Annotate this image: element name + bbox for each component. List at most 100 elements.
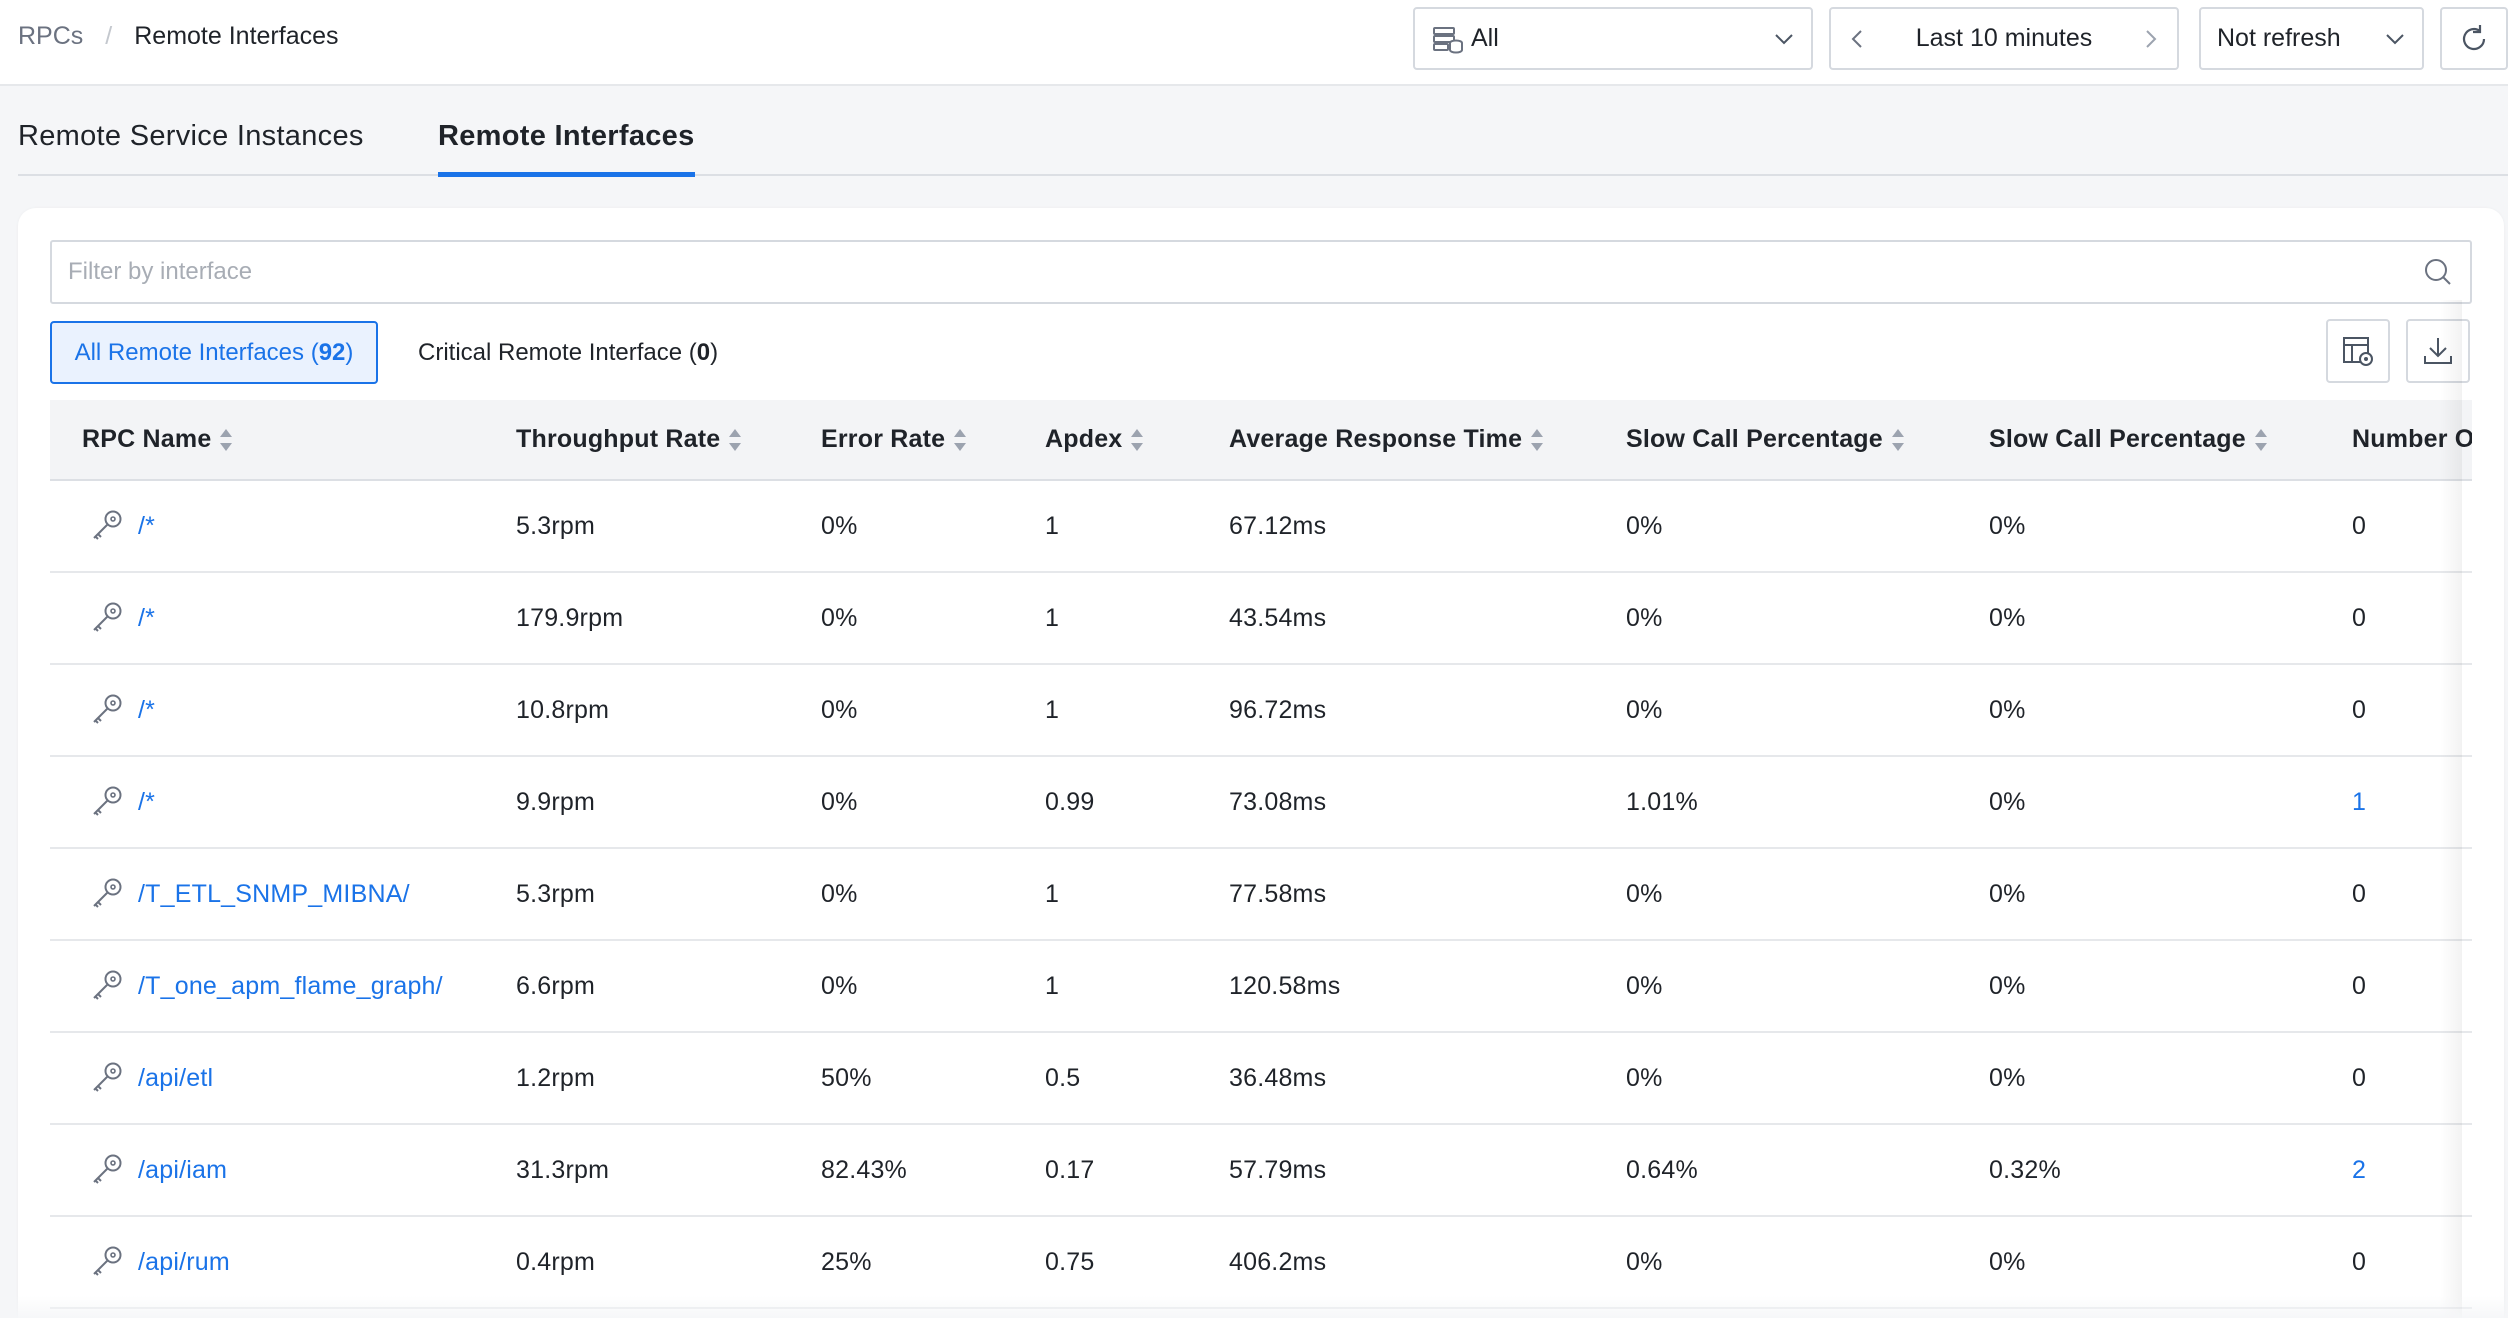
critical-close: )	[710, 338, 719, 366]
error-rate-cell: 0%	[789, 848, 1013, 941]
key-icon	[93, 694, 122, 724]
rpc-name-cell: /*	[50, 756, 484, 849]
breadcrumb-separator: /	[105, 22, 113, 50]
throughput-cell: 5.3rpm	[484, 480, 789, 573]
column-header[interactable]: Average Response Time	[1197, 400, 1594, 481]
time-range-picker[interactable]: Last 10 minutes	[1829, 7, 2179, 70]
slow-call-pct-cell: 1.01%	[1594, 756, 1957, 849]
slow-call-pct-cell: 0%	[1594, 664, 1957, 757]
search-icon[interactable]	[2422, 256, 2454, 288]
column-header[interactable]: Slow Call Percentage	[1957, 400, 2320, 481]
column-settings-button[interactable]	[2326, 319, 2390, 383]
filter-input[interactable]	[68, 258, 2422, 286]
content-card: All Remote Interfaces (92) Critical Remo…	[18, 208, 2504, 1318]
column-header-label: Slow Call Percentage	[1626, 425, 1883, 453]
apdex-cell: 1	[1013, 664, 1197, 757]
sort-icon[interactable]	[953, 427, 967, 453]
table-row: /T_ETL_SNMP_MIBNA/5.3rpm 0% 1 77.58ms 0% 0% 0	[50, 848, 2472, 941]
avg-response-cell: 73.08ms	[1197, 756, 1594, 849]
key-icon	[93, 1246, 122, 1276]
error-rate-cell: 0%	[789, 756, 1013, 849]
rpc-name-cell: /*	[50, 664, 484, 757]
rpc-name-link[interactable]: /api/etl	[138, 1064, 213, 1093]
reload-button[interactable]	[2440, 7, 2508, 70]
sort-icon[interactable]	[2254, 427, 2268, 453]
table-row: /api/rum 0.4rpm 25% 0.75 406.2ms 0% 0% 0	[50, 1216, 2472, 1309]
rpc-name-link[interactable]: /api/iam	[138, 1156, 227, 1185]
error-rate-cell: 0%	[789, 480, 1013, 573]
sort-icon[interactable]	[1530, 427, 1544, 453]
sort-icon[interactable]	[219, 427, 233, 453]
chevron-left-icon[interactable]	[1847, 28, 1869, 50]
slow-call-pct-cell: 0.64%	[1594, 1124, 1957, 1217]
rpc-name-wrap: /T_ETL_SNMP_MIBNA/	[88, 875, 484, 913]
rpc-name-link[interactable]: /api/rum	[138, 1248, 230, 1277]
column-header[interactable]: RPC Name	[50, 400, 484, 481]
scroll-shadow	[2440, 300, 2462, 1318]
rpc-name-cell: /*	[50, 572, 484, 665]
slow-call-pct-cell: 0%	[1957, 1216, 2320, 1309]
rpc-name-link[interactable]: /*	[138, 696, 155, 725]
tab-remote-interfaces[interactable]: Remote Interfaces	[438, 120, 695, 177]
sort-icon[interactable]	[1130, 427, 1144, 453]
remote-interfaces-table: RPC Name Throughput Rate Error Rate Apdex Av…	[50, 400, 2472, 1318]
column-header-label: Average Response Time	[1229, 425, 1523, 453]
auto-refresh-value: Not refresh	[2217, 24, 2341, 52]
table-row: /T_one_apm_flame_graph/6.6rpm 0% 1 120.58ms…	[50, 940, 2472, 1033]
column-header[interactable]: Error Rate	[789, 400, 1013, 481]
rpc-name-cell: /T_one_apm_flame_graph/	[50, 940, 484, 1033]
auto-refresh-select[interactable]: Not refresh	[2199, 7, 2424, 70]
critical-remote-interface-button[interactable]: Critical Remote Interface (0)	[418, 321, 718, 384]
breadcrumb-rpcs[interactable]: RPCs	[18, 22, 83, 51]
throughput-cell: 1.2rpm	[484, 1032, 789, 1125]
rpc-name-wrap: /*	[88, 599, 484, 637]
slow-call-pct-cell: 0%	[1594, 1216, 1957, 1309]
slow-call-pct-cell: 0%	[1957, 480, 2320, 573]
key-icon	[93, 1154, 122, 1184]
chevron-down-icon	[2386, 33, 2404, 44]
rpc-name-link[interactable]: /T_one_apm_flame_graph/	[138, 972, 443, 1001]
key-icon	[93, 602, 122, 632]
apdex-cell: 1	[1013, 480, 1197, 573]
slow-call-pct-cell: 0%	[1957, 1032, 2320, 1125]
slow-call-pct-cell: 0%	[1594, 940, 1957, 1033]
environment-select[interactable]: All	[1413, 7, 1813, 70]
table-row: /api/etl 1.2rpm 50% 0.5 36.48ms 0% 0% 0	[50, 1032, 2472, 1125]
bottom-fade	[0, 1296, 2508, 1318]
column-header[interactable]: Apdex	[1013, 400, 1197, 481]
rpc-name-link[interactable]: /*	[138, 604, 155, 633]
avg-response-cell: 57.79ms	[1197, 1124, 1594, 1217]
column-header-label: Slow Call Percentage	[1989, 425, 2246, 453]
column-header[interactable]: Throughput Rate	[484, 400, 789, 481]
rpc-name-cell: /api/etl	[50, 1032, 484, 1125]
avg-response-cell: 120.58ms	[1197, 940, 1594, 1033]
key-icon	[93, 510, 122, 540]
rpc-name-link[interactable]: /*	[138, 512, 155, 541]
table-body: /* 5.3rpm 0% 1 67.12ms 0% 0% 0/* 179.9rpm 0% 1 43.5…	[50, 480, 2472, 1309]
tab-remote-service-instances[interactable]: Remote Service Instances	[18, 120, 364, 153]
slow-call-pct-cell: 0%	[1957, 664, 2320, 757]
avg-response-cell: 406.2ms	[1197, 1216, 1594, 1309]
apdex-cell: 1	[1013, 940, 1197, 1033]
apdex-cell: 0.75	[1013, 1216, 1197, 1309]
rpc-name-link[interactable]: /*	[138, 788, 155, 817]
sort-icon[interactable]	[728, 427, 742, 453]
table-row: /* 9.9rpm 0% 0.99 73.08ms 1.01% 0% 1	[50, 756, 2472, 849]
table-row: /* 10.8rpm 0% 1 96.72ms 0% 0% 0	[50, 664, 2472, 757]
apdex-cell: 1	[1013, 848, 1197, 941]
critical-label: Critical Remote Interface (	[418, 338, 697, 366]
slow-call-pct-cell: 0.32%	[1957, 1124, 2320, 1217]
rpc-name-link[interactable]: /T_ETL_SNMP_MIBNA/	[138, 880, 410, 909]
all-remote-interfaces-button[interactable]: All Remote Interfaces (92)	[50, 321, 378, 384]
apdex-cell: 1	[1013, 572, 1197, 665]
error-rate-cell: 0%	[789, 940, 1013, 1033]
rpc-name-wrap: /api/iam	[88, 1151, 484, 1189]
environment-value: All	[1471, 24, 1499, 52]
avg-response-cell: 77.58ms	[1197, 848, 1594, 941]
column-header[interactable]: Slow Call Percentage	[1594, 400, 1957, 481]
sort-icon[interactable]	[1891, 427, 1905, 453]
column-header-label: Throughput Rate	[516, 425, 721, 453]
apdex-cell: 0.17	[1013, 1124, 1197, 1217]
chevron-right-icon[interactable]	[2139, 28, 2161, 50]
error-rate-cell: 0%	[789, 572, 1013, 665]
